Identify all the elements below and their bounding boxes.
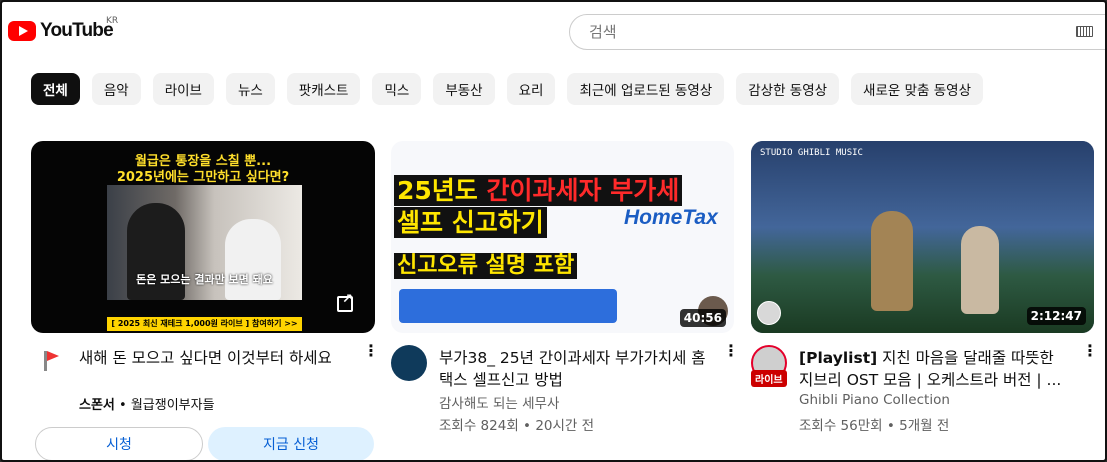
view-count: 조회수 824회: [439, 418, 519, 434]
chip-cooking[interactable]: 요리: [506, 73, 556, 105]
video-thumbnail-1[interactable]: 월급은 통장을 스칠 뿐... 2025년에는 그만하고 싶다면? 돈은 모으는…: [31, 141, 375, 333]
chip-mix[interactable]: 믹스: [372, 73, 422, 105]
external-link-icon[interactable]: [337, 292, 353, 312]
playlist-tag: [Playlist]: [799, 349, 878, 367]
sponsor-line: 스폰서 • 월급쟁이부자들: [79, 394, 215, 413]
channel-avatar[interactable]: [391, 345, 427, 381]
thumb-photo: 돈은 모으는 결과만 보면 돼요: [107, 185, 302, 300]
channel-mini-avatar: [757, 301, 781, 325]
ad-flag-avatar[interactable]: [35, 345, 71, 381]
video-stats: 조회수 56만회 • 5개월 전: [799, 414, 949, 434]
region-code: KR: [106, 16, 119, 26]
chip-news[interactable]: 뉴스: [225, 73, 275, 105]
thumb-text: 간이과세자 부가세: [486, 176, 680, 205]
chip-real-estate[interactable]: 부동산: [433, 73, 495, 105]
watch-button[interactable]: 시청: [35, 427, 203, 460]
youtube-play-icon: [8, 21, 36, 41]
youtube-logo[interactable]: YouTube KR: [8, 16, 118, 42]
video-thumbnail-3[interactable]: STUDIO GHIBLI MUSIC 2:12:47: [751, 141, 1094, 333]
chip-recently-uploaded[interactable]: 최근에 업로드된 동영상: [567, 73, 725, 105]
more-options-icon[interactable]: ⋮: [723, 343, 739, 368]
person-figure: [225, 219, 281, 300]
separator: •: [886, 418, 895, 434]
thumb-text: 신고오류 설명 포함: [394, 253, 578, 279]
thumb-illustration: [751, 141, 1094, 333]
video-title[interactable]: 새해 돈 모으고 싶다면 이것부터 하세요: [79, 347, 349, 369]
thumb-text: 25년도: [397, 176, 478, 205]
separator: •: [119, 398, 127, 413]
channel-name[interactable]: 월급쟁이부자들: [131, 398, 215, 413]
upload-age: 5개월 전: [899, 418, 950, 434]
thumb-screen-graphic: [399, 289, 617, 323]
video-title[interactable]: [Playlist] 지친 마음을 달래줄 따뜻한 지브리 OST 모음 | 오…: [799, 347, 1069, 391]
video-title[interactable]: 부가38_ 25년 간이과세자 부가가치세 홈택스 셀프신고 방법: [439, 347, 714, 391]
thumb-caption: 돈은 모으는 결과만 보면 돼요: [136, 273, 273, 286]
video-duration: 2:12:47: [1026, 307, 1086, 325]
video-stats: 조회수 824회 • 20시간 전: [439, 414, 594, 434]
flag-icon: [44, 351, 59, 371]
boy-figure: [871, 211, 913, 311]
chip-watched[interactable]: 감상한 동영상: [736, 73, 840, 105]
view-count: 조회수 56만회: [799, 418, 883, 434]
separator: •: [523, 418, 532, 434]
thumb-text: 셀프 신고하기: [394, 207, 547, 238]
sponsor-label: 스폰서: [79, 398, 115, 413]
logo-text: YouTube: [40, 20, 114, 41]
chip-live[interactable]: 라이브: [152, 73, 214, 105]
more-options-icon[interactable]: ⋮: [1082, 343, 1098, 368]
chip-all[interactable]: 전체: [31, 73, 80, 105]
upload-age: 20시간 전: [535, 418, 595, 434]
more-options-icon[interactable]: ⋮: [363, 343, 379, 368]
chip-new-for-you[interactable]: 새로운 맞춤 동영상: [851, 73, 983, 105]
thumb-headline: 25년도 간이과세자 부가세: [394, 175, 683, 206]
channel-name[interactable]: Ghibli Piano Collection: [799, 392, 950, 408]
live-badge: 라이브: [751, 370, 787, 387]
video-duration: 40:56: [679, 309, 726, 327]
apply-now-button[interactable]: 지금 신청: [208, 427, 374, 460]
chip-music[interactable]: 음악: [91, 73, 141, 105]
filter-chips: 전체 음악 라이브 뉴스 팟캐스트 믹스 부동산 요리 최근에 업로드된 동영상…: [31, 73, 983, 105]
hometax-logo: HomeTax: [624, 206, 718, 229]
thumb-header: STUDIO GHIBLI MUSIC: [760, 148, 863, 158]
keyboard-icon[interactable]: [1076, 26, 1093, 37]
thumb-bottom-banner: [ 2025 최신 재테크 1,000원 라이브 ] 참여하기 >>: [107, 317, 302, 331]
search-input[interactable]: [587, 22, 1061, 42]
thumb-text: 2025년에는 그만하고 싶다면?: [116, 170, 290, 185]
search-box[interactable]: [569, 14, 1105, 50]
channel-name[interactable]: 감사해도 되는 세무사: [439, 392, 559, 412]
girl-figure: [961, 226, 999, 314]
video-thumbnail-2[interactable]: 25년도 간이과세자 부가세 셀프 신고하기 신고오류 설명 포함 HomeTa…: [391, 141, 734, 333]
chip-podcast[interactable]: 팟캐스트: [286, 73, 361, 105]
youtube-home: YouTube KR 전체 음악 라이브 뉴스 팟캐스트 믹스 부동산 요리 최…: [0, 0, 1107, 462]
